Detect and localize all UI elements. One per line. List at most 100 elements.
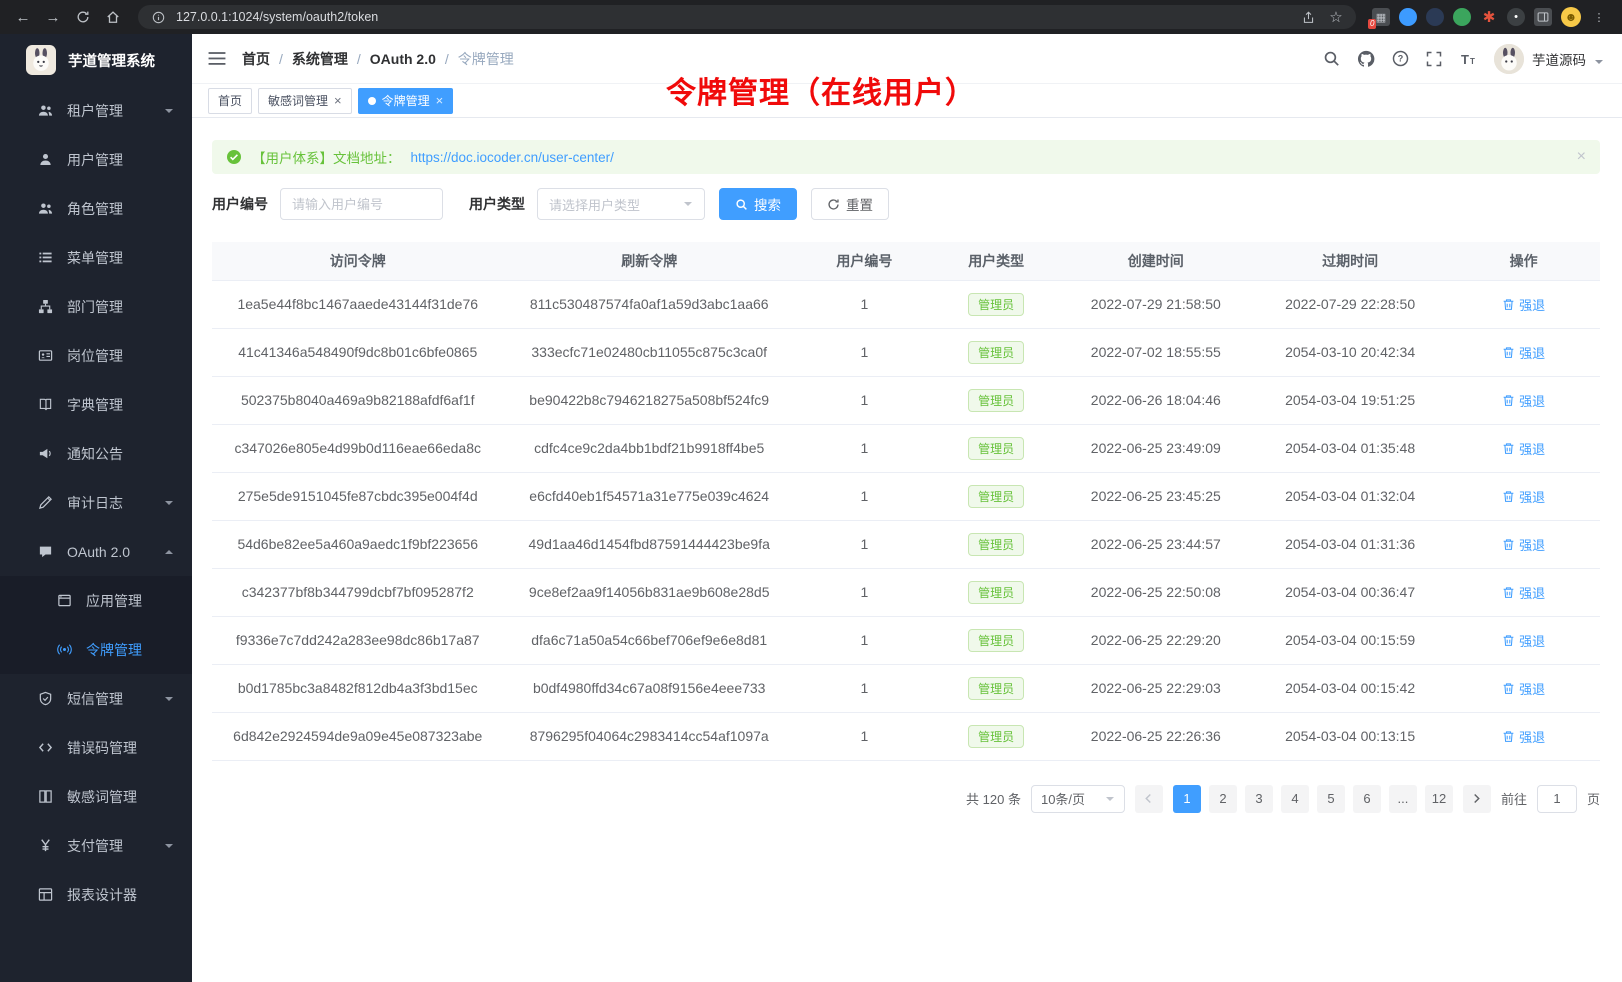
sidebar-item-errcode[interactable]: 错误码管理	[0, 723, 192, 772]
sidebar-item-token[interactable]: 令牌管理	[0, 625, 192, 674]
browser-menu-icon[interactable]: ⋮	[1590, 8, 1608, 26]
reload-icon[interactable]	[70, 5, 96, 29]
doc-link[interactable]: https://doc.iocoder.cn/user-center/	[411, 150, 614, 165]
bookmark-star-icon[interactable]: ☆	[1326, 5, 1346, 29]
sidebar-item-dict[interactable]: 字典管理	[0, 380, 192, 429]
app-logo-row[interactable]: 芋道管理系统	[0, 34, 192, 86]
svg-text:T: T	[1470, 57, 1475, 66]
force-logout-button[interactable]: 强退	[1502, 439, 1545, 458]
force-logout-button[interactable]: 强退	[1502, 679, 1545, 698]
breadcrumb-item[interactable]: 首页	[242, 49, 270, 69]
force-logout-button[interactable]: 强退	[1502, 487, 1545, 506]
page-button[interactable]: 2	[1209, 785, 1237, 813]
sidebar-item-pay[interactable]: 支付管理	[0, 821, 192, 870]
column-header: 操作	[1447, 242, 1600, 280]
sidebar-menu: 租户管理用户管理角色管理菜单管理部门管理岗位管理字典管理通知公告审计日志OAut…	[0, 86, 192, 982]
access-token-cell: f9336e7c7dd242a283ee98dc86b17a87	[212, 616, 503, 664]
table-row: c342377bf8b344799dcbf7bf095287f2 9ce8ef2…	[212, 568, 1600, 616]
sidebar-item-post[interactable]: 岗位管理	[0, 331, 192, 380]
back-icon[interactable]: ←	[10, 5, 36, 29]
sidebar-item-notice[interactable]: 通知公告	[0, 429, 192, 478]
force-logout-button[interactable]: 强退	[1502, 391, 1545, 410]
home-icon[interactable]	[100, 5, 126, 29]
tab-close-icon[interactable]: ×	[334, 94, 342, 107]
extension-badge-icon[interactable]: ▦0	[1372, 8, 1390, 26]
search-icon[interactable]	[1323, 50, 1340, 67]
force-logout-button[interactable]: 强退	[1502, 535, 1545, 554]
sidebar-item-app[interactable]: 应用管理	[0, 576, 192, 625]
sidebar-item-sensitive[interactable]: 敏感词管理	[0, 772, 192, 821]
column-header: 访问令牌	[212, 242, 503, 280]
user-type-badge: 管理员	[968, 485, 1024, 508]
dark-extension-icon[interactable]	[1426, 8, 1444, 26]
refresh-token-cell: cdfc4ce9c2da4bb1bdf21b9918ff4be5	[503, 424, 794, 472]
force-logout-button[interactable]: 强退	[1502, 343, 1545, 362]
address-bar[interactable]: 127.0.0.1:1024/system/oauth2/token ☆	[138, 5, 1356, 29]
page-button[interactable]: 12	[1425, 785, 1453, 813]
svg-text:T: T	[1461, 52, 1469, 67]
force-logout-button[interactable]: 强退	[1502, 631, 1545, 650]
site-info-icon[interactable]	[148, 5, 168, 29]
next-page-button[interactable]	[1463, 785, 1491, 813]
blue-extension-icon[interactable]	[1399, 8, 1417, 26]
page-button[interactable]: 5	[1317, 785, 1345, 813]
search-button[interactable]: 搜索	[719, 188, 797, 220]
github-icon[interactable]	[1357, 50, 1375, 68]
alert-close-icon[interactable]: ×	[1577, 149, 1586, 165]
page-button[interactable]: 4	[1281, 785, 1309, 813]
green-extension-icon[interactable]	[1453, 8, 1471, 26]
user-id-input[interactable]	[280, 188, 443, 220]
sidebar-item-tenant[interactable]: 租户管理	[0, 86, 192, 135]
breadcrumb-item[interactable]: 系统管理	[292, 49, 348, 69]
fullscreen-icon[interactable]	[1426, 51, 1442, 67]
collapse-sidebar-icon[interactable]	[208, 51, 226, 66]
sidebar-item-report[interactable]: 报表设计器	[0, 870, 192, 919]
table-row: 275e5de9151045fe87cbdc395e004f4d e6cfd40…	[212, 472, 1600, 520]
sidebar-item-audit[interactable]: 审计日志	[0, 478, 192, 527]
tab-0[interactable]: 首页	[208, 88, 252, 114]
tab-close-icon[interactable]: ×	[436, 94, 444, 107]
prev-page-button[interactable]	[1135, 785, 1163, 813]
more-pages-button[interactable]: ...	[1389, 785, 1417, 813]
refresh-token-cell: be90422b8c7946218275a508bf524fc9	[503, 376, 794, 424]
user-id-label: 用户编号	[212, 194, 268, 214]
sidebar-item-menu[interactable]: 菜单管理	[0, 233, 192, 282]
page-button[interactable]: 3	[1245, 785, 1273, 813]
force-logout-button[interactable]: 强退	[1502, 295, 1545, 314]
paw-extension-icon[interactable]: •	[1507, 8, 1525, 26]
tab-1[interactable]: 敏感词管理×	[258, 88, 352, 114]
filter-form: 用户编号 用户类型 请选择用户类型 搜索 重置	[212, 188, 1600, 220]
sidebar-item-sms[interactable]: 短信管理	[0, 674, 192, 723]
font-size-icon[interactable]: TT	[1459, 51, 1477, 67]
page-button[interactable]: 6	[1353, 785, 1381, 813]
table-row: c347026e805e4d99b0d116eae66eda8c cdfc4ce…	[212, 424, 1600, 472]
expire-time-cell: 2054-03-04 00:15:42	[1253, 664, 1447, 712]
reset-icon	[827, 198, 840, 211]
chevron-down-icon	[164, 694, 174, 704]
expire-time-cell: 2054-03-04 00:13:15	[1253, 712, 1447, 760]
page-button[interactable]: 1	[1173, 785, 1201, 813]
forward-icon[interactable]: →	[40, 5, 66, 29]
table-row: 54d6be82ee5a460a9aedc1f9bf223656 49d1aa4…	[212, 520, 1600, 568]
goto-page-input[interactable]	[1537, 785, 1577, 813]
user-type-select[interactable]: 请选择用户类型	[537, 188, 705, 220]
force-logout-button[interactable]: 强退	[1502, 583, 1545, 602]
user-dropdown[interactable]: 芋道源码	[1494, 44, 1604, 74]
sidebar-item-user[interactable]: 用户管理	[0, 135, 192, 184]
browser-profile-avatar[interactable]: ☻	[1561, 7, 1581, 27]
sidebar-item-role[interactable]: 角色管理	[0, 184, 192, 233]
force-logout-button[interactable]: 强退	[1502, 727, 1545, 746]
sidebar-item-oauth[interactable]: OAuth 2.0	[0, 527, 192, 576]
reset-button[interactable]: 重置	[811, 188, 889, 220]
page-size-select[interactable]: 10条/页	[1031, 785, 1125, 813]
sidebar-item-dept[interactable]: 部门管理	[0, 282, 192, 331]
tab-2[interactable]: 令牌管理×	[358, 88, 454, 114]
breadcrumb-item[interactable]: OAuth 2.0	[370, 51, 436, 67]
red-extension-icon[interactable]: ✱	[1480, 8, 1498, 26]
refresh-token-cell: 8796295f04064c2983414cc54af1097a	[503, 712, 794, 760]
share-icon[interactable]	[1298, 5, 1318, 29]
help-icon[interactable]: ?	[1392, 50, 1409, 67]
user-id-cell: 1	[795, 712, 934, 760]
side-panel-icon[interactable]	[1534, 8, 1552, 26]
breadcrumb-item[interactable]: 令牌管理	[458, 49, 514, 69]
